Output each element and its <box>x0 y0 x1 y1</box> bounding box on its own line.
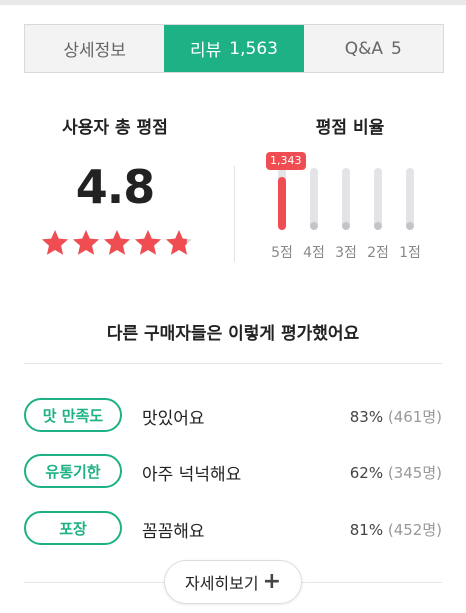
evaluation-text: 꼼꼼해요 <box>142 522 205 542</box>
evaluation-row: 맛 만족도 맛있어요 83% (461명) <box>24 398 442 434</box>
tab-label: 리뷰 <box>190 41 222 61</box>
star-icon <box>42 230 68 255</box>
evaluation-tag: 맛 만족도 <box>24 398 122 432</box>
star-rating <box>40 228 194 258</box>
bar-track <box>310 168 318 230</box>
evaluation-count: (345명) <box>387 464 442 482</box>
plus-icon: + <box>262 569 282 594</box>
evaluation-title: 다른 구매자들은 이렇게 평가했어요 <box>106 324 360 344</box>
evaluation-row: 포장 꼼꼼해요 81% (452명) <box>24 511 442 547</box>
evaluation-stat: 62% (345명) <box>350 462 442 483</box>
evaluation-row: 유통기한 아주 넉넉해요 62% (345명) <box>24 454 442 490</box>
tab-label: Q&A <box>344 38 384 59</box>
top-strip <box>0 0 466 5</box>
tab-detail-info[interactable]: 상세정보 <box>25 25 164 72</box>
bar-label: 1점 <box>399 245 421 261</box>
see-more-label: 자세히보기 <box>184 574 259 593</box>
bar-fill <box>374 222 382 230</box>
evaluation-text: 아주 넉넉해요 <box>142 465 242 485</box>
tab-count: 1,563 <box>229 38 278 59</box>
tab-qna[interactable]: Q&A 5 <box>304 25 443 72</box>
bar-track <box>374 168 382 230</box>
bar-fill <box>310 222 318 230</box>
star-icon <box>166 230 192 255</box>
bar-track <box>406 168 414 230</box>
bar-fill <box>406 222 414 230</box>
rating-ratio-title: 평점 비율 <box>315 118 385 138</box>
bar-fill <box>278 177 286 230</box>
total-rating-title: 사용자 총 평점 <box>62 118 168 138</box>
average-score: 4.8 <box>75 160 156 214</box>
tab-count: 5 <box>391 38 402 59</box>
see-more-button[interactable]: 자세히보기 + <box>164 560 302 604</box>
star-icon <box>135 230 161 255</box>
column-divider <box>234 166 235 262</box>
evaluation-text: 맛있어요 <box>142 409 205 429</box>
tab-reviews[interactable]: 리뷰 1,563 <box>164 25 304 72</box>
count-bubble: 1,343 <box>266 152 306 170</box>
bar-fill <box>342 222 350 230</box>
star-icon <box>73 230 99 255</box>
evaluation-percent: 62% <box>349 464 384 482</box>
bar-track <box>278 168 286 230</box>
star-icon <box>104 230 130 255</box>
evaluation-percent: 81% <box>349 521 384 539</box>
bar-track <box>342 168 350 230</box>
rating-distribution: 5점 4점 3점 2점 1점 1,343 <box>266 150 446 270</box>
evaluation-stat: 83% (461명) <box>350 406 442 427</box>
section-divider <box>24 363 442 364</box>
evaluation-percent: 83% <box>349 408 384 426</box>
tab-label: 상세정보 <box>63 41 126 61</box>
review-tabs: 상세정보 리뷰 1,563 Q&A 5 <box>24 24 444 73</box>
evaluation-count: (461명) <box>387 408 442 426</box>
evaluation-tag: 유통기한 <box>24 454 122 488</box>
evaluation-count: (452명) <box>387 521 442 539</box>
evaluation-stat: 81% (452명) <box>350 519 442 540</box>
evaluation-tag: 포장 <box>24 511 122 545</box>
